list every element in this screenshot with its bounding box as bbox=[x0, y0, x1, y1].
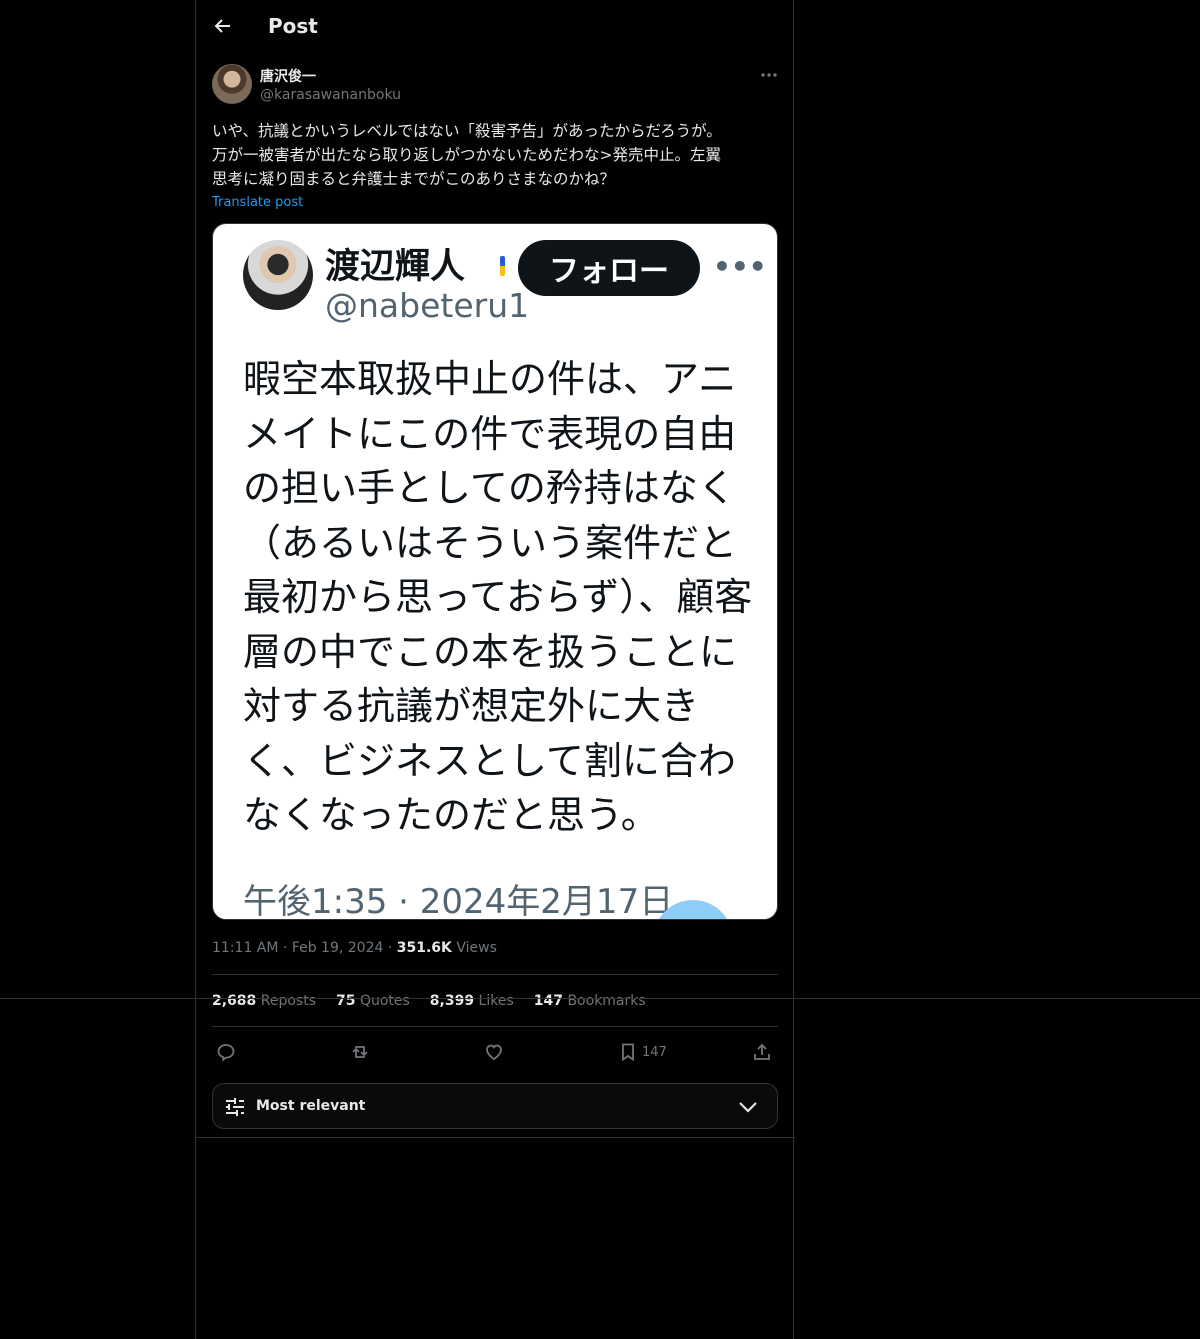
back-button[interactable] bbox=[208, 11, 238, 41]
reply-button[interactable] bbox=[216, 1035, 236, 1069]
views-count: 351.6K bbox=[396, 940, 452, 956]
quoted-avatar bbox=[243, 240, 313, 310]
post-image[interactable]: 渡辺輝人 @nabeteru1 フォロー ••• 暇空本取扱中止の件は、アニメイ… bbox=[212, 223, 778, 920]
author-avatar[interactable] bbox=[212, 64, 252, 104]
repost-icon bbox=[352, 1046, 368, 1058]
post-date[interactable]: Feb 19, 2024 bbox=[292, 940, 384, 956]
views-label: Views bbox=[456, 940, 497, 956]
quotes-stat[interactable]: 75 Quotes bbox=[336, 993, 410, 1009]
engagement-stats: 2,688 Reposts 75 Quotes 8,399 Likes 147 … bbox=[212, 993, 666, 1009]
divider bbox=[212, 1026, 778, 1027]
flag-icon bbox=[500, 256, 505, 276]
reply-icon bbox=[217, 1044, 235, 1062]
more-options-button[interactable] bbox=[754, 62, 784, 88]
author-handle[interactable]: @karasawananboku bbox=[260, 87, 401, 103]
overlay-line bbox=[0, 998, 1200, 999]
quoted-date: 午後1:35 · 2024年2月17日 bbox=[243, 882, 674, 920]
sort-label: Most relevant bbox=[256, 1098, 366, 1114]
bookmarks-stat[interactable]: 147 Bookmarks bbox=[534, 993, 646, 1009]
arrow-left-icon bbox=[214, 19, 230, 33]
post-text: いや、抗議とかいうレベルではない「殺害予告」があったからだろうが。 万が一被害者… bbox=[212, 122, 722, 188]
page-title: Post bbox=[268, 14, 318, 38]
more-icon bbox=[761, 73, 777, 77]
bookmark-icon bbox=[622, 1043, 634, 1062]
header: Post bbox=[196, 0, 795, 53]
likes-stat[interactable]: 8,399 Likes bbox=[430, 993, 514, 1009]
post-time[interactable]: 11:11 AM bbox=[212, 940, 278, 956]
quoted-name: 渡辺輝人 bbox=[325, 247, 466, 287]
quoted-more-icon: ••• bbox=[713, 250, 767, 283]
main-column: Post 唐沢俊一 @karasawananboku いや、抗議とかいうレベルで… bbox=[195, 0, 795, 1339]
action-bar: 147 bbox=[212, 1035, 778, 1069]
divider bbox=[196, 1137, 795, 1138]
divider bbox=[212, 974, 778, 975]
post-meta: 11:11 AM · Feb 19, 2024 · 351.6K Views bbox=[212, 940, 497, 956]
share-button[interactable] bbox=[752, 1035, 772, 1069]
translate-post-link[interactable]: Translate post bbox=[212, 195, 303, 210]
filter-icon bbox=[226, 1098, 244, 1116]
quoted-text: 暇空本取扱中止の件は、アニメイトにこの件で表現の自由の担い手としての矜持はなく（… bbox=[243, 357, 753, 837]
bookmark-button[interactable]: 147 bbox=[618, 1035, 667, 1069]
share-icon bbox=[754, 1043, 770, 1060]
chevron-down-icon bbox=[739, 1102, 757, 1113]
reply-sort-dropdown[interactable]: Most relevant bbox=[212, 1083, 778, 1129]
bookmark-count: 147 bbox=[642, 1044, 667, 1060]
quoted-handle: @nabeteru1 bbox=[325, 286, 530, 325]
quoted-follow-button: フォロー bbox=[518, 240, 700, 296]
reposts-stat[interactable]: 2,688 Reposts bbox=[212, 993, 316, 1009]
heart-icon bbox=[486, 1044, 502, 1061]
repost-button[interactable] bbox=[350, 1035, 370, 1069]
author-name[interactable]: 唐沢俊一 bbox=[260, 66, 316, 86]
like-button[interactable] bbox=[484, 1035, 504, 1069]
